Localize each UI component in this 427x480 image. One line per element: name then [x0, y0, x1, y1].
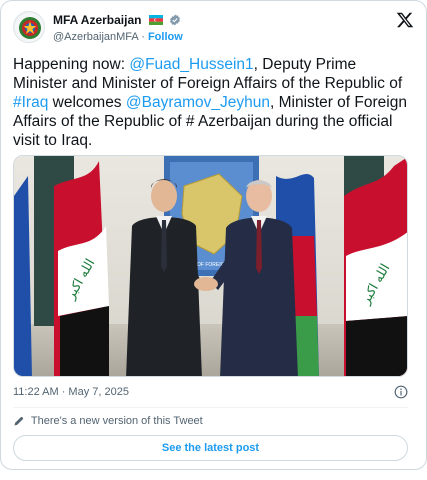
- tweet-text-part: welcomes: [48, 94, 126, 111]
- mention-link[interactable]: @Fuad_Hussein1: [129, 56, 253, 73]
- timestamp[interactable]: 11:22 AM · May 7, 2025: [13, 386, 129, 398]
- iraq-flag-left: الله اكبر: [14, 161, 109, 376]
- handshake: [194, 277, 218, 291]
- account-names: MFA Azerbaijan @AzerbaijanMFA · Follow: [53, 11, 183, 45]
- avatar[interactable]: [13, 11, 45, 43]
- photo-illustration: MINISTRY OF FOREIGN AFFAIRS الله اكبر ال…: [14, 156, 407, 376]
- separator-dot: ·: [141, 31, 145, 43]
- tweet-text: Happening now: @Fuad_Hussein1, Deputy Pr…: [13, 55, 413, 150]
- divider: [13, 407, 408, 408]
- edit-notice-text: There's a new version of this Tweet: [30, 415, 203, 427]
- azerbaijan-flag-icon: [148, 14, 163, 25]
- display-name[interactable]: MFA Azerbaijan: [53, 12, 141, 28]
- handle-line: @AzerbaijanMFA · Follow: [53, 29, 183, 45]
- tweet-header: MFA Azerbaijan @AzerbaijanMFA · Follow: [13, 11, 414, 47]
- see-latest-post-button[interactable]: See the latest post: [13, 435, 408, 461]
- handle[interactable]: @AzerbaijanMFA: [53, 31, 138, 43]
- verified-badge-icon: [170, 14, 181, 26]
- tweet-meta: 11:22 AM · May 7, 2025: [13, 385, 408, 401]
- hashtag-link[interactable]: #Iraq: [13, 94, 48, 111]
- tweet-photo[interactable]: MINISTRY OF FOREIGN AFFAIRS الله اكبر ال…: [13, 155, 408, 377]
- tweet-card: MFA Azerbaijan @AzerbaijanMFA · Follow H…: [0, 0, 427, 470]
- x-logo-icon[interactable]: [396, 11, 414, 29]
- follow-button[interactable]: Follow: [148, 31, 183, 43]
- pencil-icon: [14, 417, 24, 426]
- tweet-text-part: Happening now:: [13, 56, 130, 73]
- mfa-emblem-icon: [15, 13, 44, 42]
- edit-notice: There's a new version of this Tweet: [13, 413, 203, 429]
- mention-link[interactable]: @Bayramov_Jeyhun: [126, 94, 270, 111]
- info-icon[interactable]: [394, 385, 408, 399]
